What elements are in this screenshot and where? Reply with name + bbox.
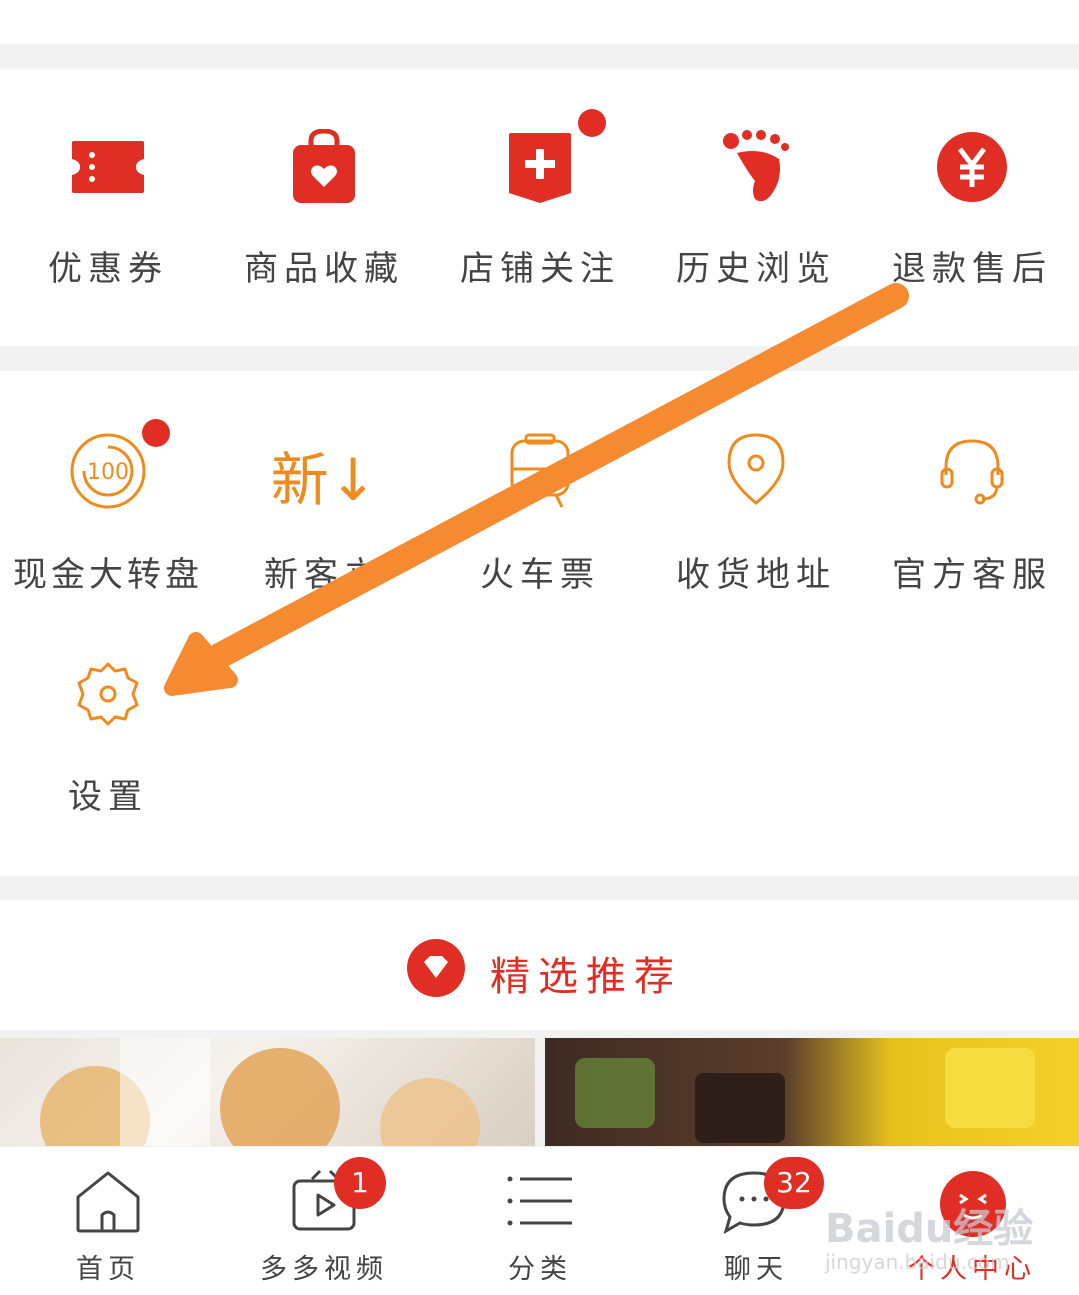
favorites-item[interactable]: 商品收藏 [216, 69, 432, 346]
new-customer-icon: 新↓ [270, 446, 378, 514]
gear-icon [77, 662, 139, 726]
shop-notification-dot [578, 109, 606, 137]
train-ticket-item[interactable]: 火车票 [432, 371, 648, 601]
cookie-shape [380, 1078, 480, 1146]
coupon-label: 优惠券 [48, 249, 168, 289]
category-list-icon [507, 1176, 572, 1226]
refund-item[interactable]: 退款售后 [864, 69, 1079, 346]
candy-shape [575, 1058, 655, 1128]
top-white-area [0, 0, 1079, 44]
chat-badge: 32 [764, 1157, 824, 1209]
tab-home-label: 首页 [76, 1254, 140, 1285]
shopping-bag-heart-icon [293, 129, 355, 203]
cash-wheel-icon: 100 [70, 433, 146, 509]
headset-icon [940, 439, 1004, 505]
candy-shape [945, 1048, 1035, 1128]
history-item[interactable]: 历史浏览 [648, 69, 864, 346]
cash-wheel-notification-dot [142, 419, 170, 447]
address-label: 收货地址 [676, 555, 836, 595]
new-customer-item[interactable]: 新↓ 新客立 [216, 371, 432, 601]
product-image-cookies[interactable] [0, 1038, 535, 1146]
tab-home[interactable]: 首页 [0, 1147, 216, 1295]
favorites-label: 商品收藏 [244, 249, 404, 289]
home-icon [76, 1171, 140, 1233]
tab-video[interactable]: 1 多多视频 [216, 1147, 432, 1295]
coupon-icon [72, 141, 144, 193]
coupon-item[interactable]: 优惠券 [0, 69, 216, 346]
video-badge: 1 [334, 1157, 386, 1209]
tab-video-label: 多多视频 [260, 1254, 388, 1285]
followed-shops-item[interactable]: 店铺关注 [432, 69, 648, 346]
watermark: Baidu经验 jingyan.baidu.com [825, 1196, 1033, 1274]
train-ticket-icon [510, 433, 570, 508]
yen-circle-icon [937, 132, 1007, 202]
customer-service-item[interactable]: 官方客服 [864, 371, 1079, 601]
recommend-header: 精选推荐 [0, 938, 1079, 1000]
tab-category-label: 分类 [508, 1254, 572, 1285]
wrapper-shape [120, 1038, 210, 1146]
tab-category[interactable]: 分类 [432, 1147, 648, 1295]
cash-wheel-text: 100 [87, 460, 129, 485]
new-customer-label: 新客立 [264, 555, 384, 595]
followed-shops-label: 店铺关注 [460, 249, 620, 289]
address-item[interactable]: 收货地址 [648, 371, 864, 601]
product-image-candies[interactable] [545, 1038, 1079, 1146]
history-label: 历史浏览 [676, 249, 836, 289]
refund-label: 退款售后 [892, 249, 1052, 289]
customer-service-label: 官方客服 [892, 555, 1052, 595]
shortcut-panel: 优惠券 商品收藏 店铺关注 历史浏览 退款售后 [0, 69, 1079, 346]
diamond-icon [407, 939, 465, 997]
services-panel: 100 现金大转盘 新↓ 新客立 火车票 收货地址 官方客服 设置 [0, 371, 1079, 876]
recommend-title: 精选推荐 [490, 954, 682, 1000]
train-ticket-label: 火车票 [480, 555, 600, 595]
shop-plus-icon [509, 133, 571, 203]
cash-wheel-label: 现金大转盘 [13, 555, 203, 595]
settings-label: 设置 [68, 777, 148, 817]
location-pin-icon [727, 433, 785, 505]
candy-shape [695, 1073, 785, 1143]
footprint-icon [723, 130, 789, 202]
cash-wheel-item[interactable]: 100 现金大转盘 [0, 371, 216, 601]
watermark-url: jingyan.baidu.com [825, 1250, 1010, 1274]
cookie-shape [220, 1048, 340, 1146]
watermark-brand: Baidu经验 [825, 1206, 1034, 1252]
settings-item[interactable]: 设置 [0, 631, 216, 831]
